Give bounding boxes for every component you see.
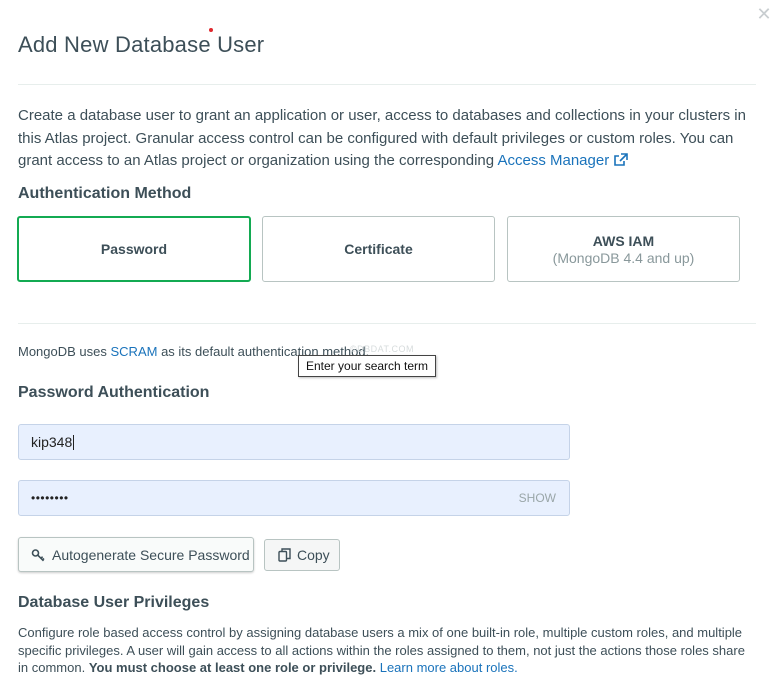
intro-text: Create a database user to grant an appli… — [18, 105, 763, 173]
auth-option-label: AWS IAM — [592, 232, 655, 249]
auth-option-certificate[interactable]: Certificate — [262, 216, 495, 282]
key-icon — [31, 548, 45, 561]
divider — [18, 84, 756, 85]
autogenerate-password-button[interactable]: Autogenerate Secure Password — [18, 537, 254, 572]
close-icon[interactable]: ✕ — [756, 5, 772, 23]
watermark: ©DBDAT.COM — [350, 344, 414, 354]
intro-body: Create a database user to grant an appli… — [18, 107, 746, 169]
autogenerate-label: Autogenerate Secure Password — [52, 546, 250, 563]
auth-option-aws-iam[interactable]: AWS IAM (MongoDB 4.4 and up) — [507, 216, 740, 282]
divider — [18, 323, 756, 324]
auth-method-heading: Authentication Method — [18, 185, 192, 202]
password-auth-heading: Password Authentication — [18, 384, 210, 401]
privileges-text: Configure role based access control by a… — [18, 624, 758, 677]
scram-link[interactable]: SCRAM — [111, 344, 158, 359]
password-input[interactable]: •••••••• SHOW — [18, 480, 570, 516]
username-value: kip348 — [31, 434, 73, 450]
auth-option-label: Certificate — [344, 241, 413, 257]
privileges-heading: Database User Privileges — [18, 594, 210, 611]
password-value: •••••••• — [31, 491, 69, 505]
show-password-toggle[interactable]: SHOW — [519, 491, 556, 505]
learn-more-roles-link[interactable]: Learn more about roles. — [380, 660, 518, 675]
auth-option-password[interactable]: Password — [17, 216, 251, 282]
search-tooltip: Enter your search term — [298, 355, 437, 377]
access-manager-link[interactable]: Access Manager — [497, 152, 628, 169]
auth-option-sublabel: (MongoDB 4.4 and up) — [552, 249, 695, 266]
copy-icon — [278, 548, 291, 562]
privileges-requirement: You must choose at least one role or pri… — [88, 660, 377, 675]
scram-prefix: MongoDB uses — [18, 344, 111, 359]
access-manager-link-label: Access Manager — [497, 152, 610, 169]
copy-password-button[interactable]: Copy — [264, 539, 340, 571]
external-link-icon — [614, 153, 628, 166]
auth-option-label: Password — [100, 241, 168, 257]
text-caret — [73, 434, 75, 450]
copy-label: Copy — [297, 547, 330, 563]
username-input[interactable]: kip348 — [18, 424, 570, 460]
dialog-title: Add New Database User — [18, 32, 265, 57]
